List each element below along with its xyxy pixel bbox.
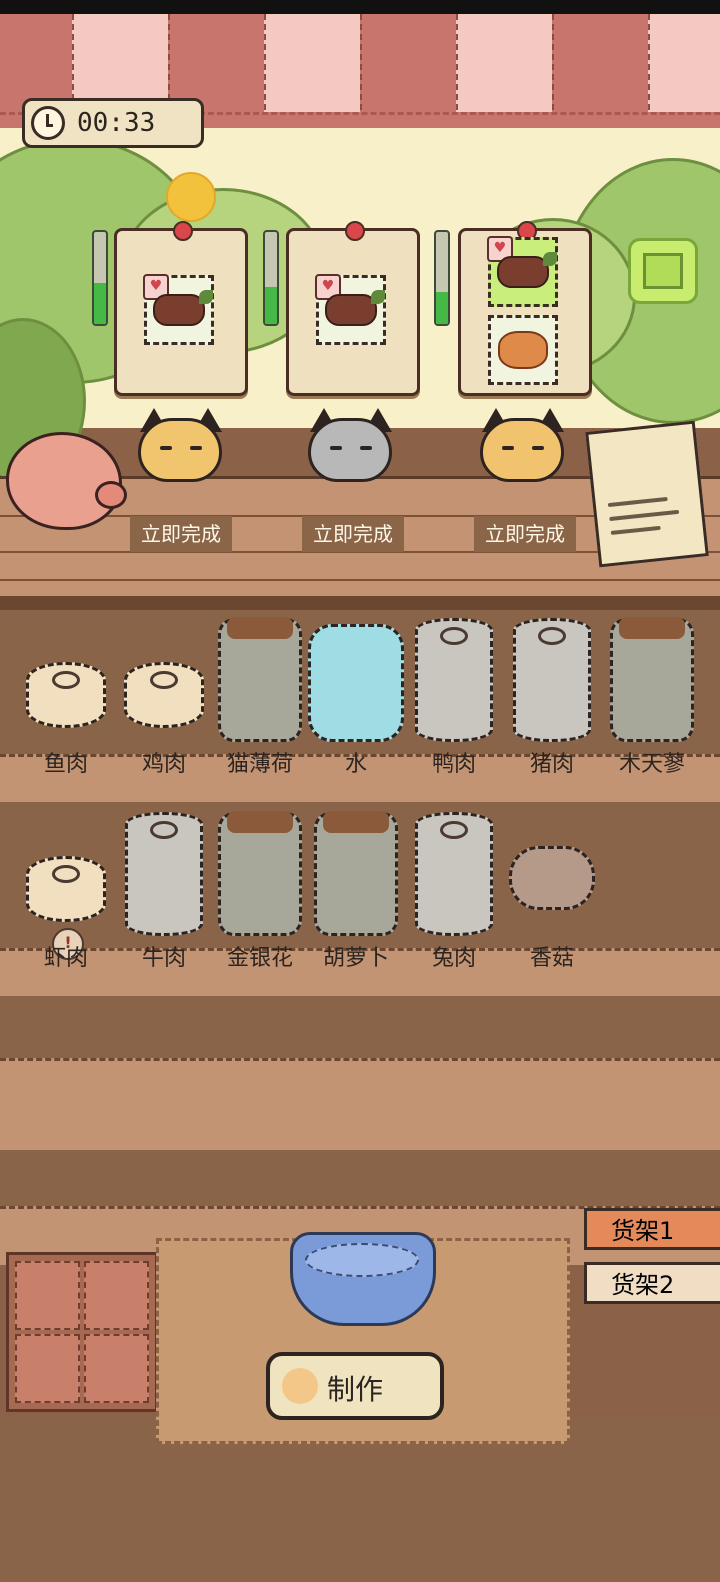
meat-dish-icon [497, 252, 557, 288]
jar-lid [323, 811, 389, 833]
tab-shelf-1[interactable]: 货架1 [584, 1208, 720, 1250]
can-pull-tab-icon [52, 865, 80, 883]
ingredient-shelf_row2-5[interactable]: 香菇 [504, 816, 600, 976]
ingredient-shelf_row1-3[interactable]: 水 [308, 622, 404, 782]
clock-icon [31, 106, 65, 140]
can-pull-tab-icon [150, 821, 178, 839]
order-item-slot [488, 315, 558, 385]
ingredient-shelf_row1-6[interactable]: 木天蓼 [604, 617, 700, 782]
make-button-label: 制作 [326, 1373, 383, 1406]
can-container-icon [26, 662, 106, 728]
complete-now-button[interactable]: 立即完成 [130, 516, 232, 552]
ingredient-shelf_row1-5[interactable]: 猪肉 [504, 618, 600, 782]
meat-dish-icon [153, 290, 213, 326]
order-progress-bar [434, 230, 450, 326]
ingredient-shelf_row2-2[interactable]: 金银花 [212, 811, 308, 976]
ingredient-label: 木天蓼 [618, 752, 685, 777]
ingredient-label: 牛肉 [141, 946, 186, 971]
ingredient-label: 猫薄荷 [226, 752, 293, 777]
ingredient-shelf_row2-3[interactable]: 胡萝卜 [308, 811, 404, 976]
ingredient-shelf_row1-0[interactable]: 鱼肉 [18, 622, 114, 782]
ingredient-label: 虾肉 [43, 946, 88, 971]
tab-shelf-2[interactable]: 货架2 [584, 1262, 720, 1304]
jar-container-icon [610, 617, 694, 742]
customer-cat-2[interactable] [302, 408, 398, 488]
customer-cat-1[interactable] [132, 408, 228, 488]
ingredient-shelf_row1-2[interactable]: 猫薄荷 [212, 617, 308, 782]
jar-container-icon [218, 617, 302, 742]
mushroom-container-icon [509, 846, 595, 910]
jar-lid [619, 617, 685, 639]
timer-text: 00:33 [77, 108, 156, 138]
ingredient-label: 鱼肉 [43, 752, 88, 777]
ingredient-shelf_row1-4[interactable]: 鸭肉 [406, 618, 502, 782]
jar-container-icon [218, 811, 302, 936]
paw-icon [282, 1368, 318, 1404]
tin-container-icon [125, 812, 203, 936]
ingredient-shelf_row2-0[interactable]: 虾肉 [18, 816, 114, 976]
can-pull-tab-icon [440, 627, 468, 645]
tin-container-icon [415, 618, 493, 742]
ingredient-label: 兔肉 [431, 946, 476, 971]
can-pull-tab-icon [52, 671, 80, 689]
ingredient-label: 胡萝卜 [322, 946, 389, 971]
complete-now-button[interactable]: 立即完成 [474, 516, 576, 552]
can-pull-tab-icon [440, 821, 468, 839]
order-item-slot: ♥ [143, 274, 214, 345]
customer-cat-3[interactable] [474, 408, 570, 488]
ingredient-label: 香菇 [529, 946, 574, 971]
can-container-icon [124, 662, 204, 728]
order-card[interactable]: ♥ [286, 221, 420, 396]
ingredient-shelf_row1-1[interactable]: 鸡肉 [116, 622, 212, 782]
meat-dish-icon [325, 290, 385, 326]
add-box-button[interactable] [628, 238, 698, 304]
tin-container-icon [513, 618, 591, 742]
order-card[interactable]: ♥ [114, 221, 248, 396]
tray-slot[interactable] [15, 1334, 80, 1403]
order-progress-bar [92, 230, 108, 326]
tray-slot[interactable] [84, 1334, 149, 1403]
ingredient-label: 鸡肉 [141, 752, 186, 777]
water-container-icon [308, 624, 404, 742]
ingredient-tray[interactable] [6, 1252, 158, 1412]
ingredient-label: 鸭肉 [431, 752, 476, 777]
ingredient-label: 猪肉 [529, 752, 574, 777]
recipe-calendar-icon[interactable] [585, 420, 709, 568]
order-item-slot: ♥ [315, 274, 386, 345]
make-button[interactable]: 制作 [266, 1352, 444, 1420]
jar-lid [227, 811, 293, 833]
ingredient-label: 水 [344, 752, 367, 777]
order-item-slot: ♥ [487, 236, 558, 307]
tray-slot[interactable] [84, 1261, 149, 1330]
piggy-bank-icon[interactable] [6, 432, 127, 530]
box-icon [643, 253, 683, 289]
can-pull-tab-icon [150, 671, 178, 689]
ingredient-label: 金银花 [226, 946, 293, 971]
ingredient-shelf_row2-1[interactable]: 牛肉 [116, 812, 212, 976]
can-pull-tab-icon [538, 627, 566, 645]
jar-container-icon [314, 811, 398, 936]
sun-icon [166, 172, 216, 222]
timer: 00:33 [22, 98, 204, 148]
food-bowl[interactable] [290, 1232, 436, 1326]
jar-lid [227, 617, 293, 639]
can-container-icon [26, 856, 106, 922]
order-progress-bar [263, 230, 279, 326]
complete-now-button[interactable]: 立即完成 [302, 516, 404, 552]
ingredient-shelf_row2-4[interactable]: 兔肉 [406, 812, 502, 976]
tin-container-icon [415, 812, 493, 936]
shrimp-dish-icon [498, 331, 548, 369]
tray-slot[interactable] [15, 1261, 80, 1330]
order-card[interactable]: ♥ [458, 221, 592, 396]
